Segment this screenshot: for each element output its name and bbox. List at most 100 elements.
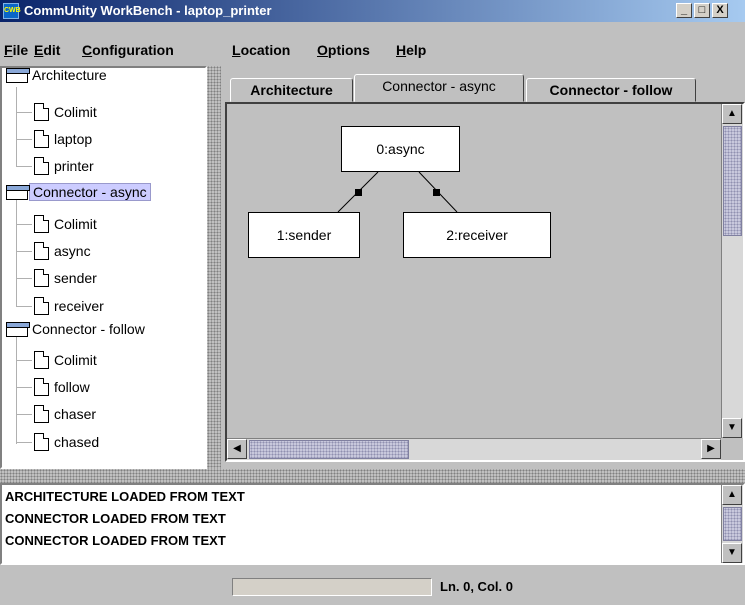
connector-port[interactable] [433, 189, 440, 196]
scroll-thumb[interactable] [723, 507, 742, 541]
menu-options-label: ptions [327, 42, 370, 58]
log-output[interactable]: ARCHITECTURE LOADED FROM TEXT CONNECTOR … [0, 483, 745, 565]
node-label: 0:async [376, 141, 425, 157]
node-sender[interactable]: 1:sender [248, 212, 360, 258]
connector-lines [337, 171, 458, 213]
menu-location-label: ocation [240, 42, 291, 58]
menu-edit-label: dit [43, 42, 61, 58]
file-icon [34, 215, 49, 233]
title-bar[interactable]: CWB CommUnity WorkBench - laptop_printer… [0, 0, 745, 22]
tree-item-label: sender [54, 270, 97, 286]
tree-item-laptop[interactable]: laptop [34, 128, 92, 150]
folder-icon [6, 68, 30, 83]
scroll-up-button[interactable]: ▲ [722, 104, 742, 124]
tree-item-label: Colimit [54, 216, 97, 232]
file-icon [34, 157, 49, 175]
horizontal-splitter[interactable] [0, 469, 745, 483]
tab-label: Architecture [250, 82, 333, 98]
menu-help-label: elp [406, 42, 427, 58]
file-icon [34, 242, 49, 260]
tab-connector-follow[interactable]: Connector - follow [526, 78, 696, 102]
tree-group-connector-follow[interactable]: Connector - follow [6, 318, 145, 340]
tree-line [16, 414, 32, 415]
menu-file-label: ile [12, 42, 29, 58]
menu-configuration-label: onfiguration [92, 42, 174, 58]
tree-item-printer[interactable]: printer [34, 155, 94, 177]
tree-item-receiver[interactable]: receiver [34, 295, 104, 317]
app-icon: CWB [3, 3, 21, 19]
scroll-thumb[interactable] [723, 126, 742, 236]
tree-group-connector-async[interactable]: Connector - async [6, 181, 151, 203]
project-tree[interactable]: Architecture Colimit laptop printer Conn… [0, 66, 207, 469]
log-vertical-scrollbar[interactable]: ▲ ▼ [721, 485, 743, 563]
tree-item-label: receiver [54, 298, 104, 314]
tree-item-label: chaser [54, 406, 97, 422]
tab-connector-async[interactable]: Connector - async [354, 74, 524, 102]
tree-item-async[interactable]: async [34, 240, 91, 262]
file-icon [34, 351, 49, 369]
menu-help[interactable]: Help [396, 42, 426, 58]
tree-item-chased[interactable]: chased [34, 431, 99, 453]
progress-bar [232, 578, 432, 596]
tree-item-chaser[interactable]: chaser [34, 403, 96, 425]
tree-item-colimit[interactable]: Colimit [34, 213, 97, 235]
diagram-horizontal-scrollbar[interactable]: ◀ ▶ [227, 438, 721, 460]
tab-label: Connector - follow [549, 82, 673, 98]
log-line: CONNECTOR LOADED FROM TEXT [5, 533, 226, 548]
menu-options-mnemonic: O [317, 42, 328, 58]
close-button[interactable]: X [712, 3, 728, 18]
tree-group-architecture[interactable]: Architecture [6, 68, 107, 86]
tree-item-colimit[interactable]: Colimit [34, 349, 97, 371]
tree-item-label: printer [54, 158, 94, 174]
tree-item-colimit[interactable]: Colimit [34, 101, 97, 123]
tree-line [16, 442, 32, 443]
vertical-splitter[interactable] [207, 66, 221, 469]
tree-item-follow[interactable]: follow [34, 376, 90, 398]
file-icon [34, 297, 49, 315]
tree-item-label: async [54, 243, 91, 259]
tree-line [16, 139, 32, 140]
menu-file[interactable]: File [4, 42, 28, 58]
cursor-position: Ln. 0, Col. 0 [440, 579, 513, 594]
log-line: ARCHITECTURE LOADED FROM TEXT [5, 489, 245, 504]
tab-architecture[interactable]: Architecture [230, 78, 353, 102]
scroll-right-button[interactable]: ▶ [701, 439, 721, 459]
diagram-vertical-scrollbar[interactable]: ▲ ▼ [721, 104, 743, 438]
menu-help-mnemonic: H [396, 42, 407, 58]
tree-line [16, 87, 17, 167]
status-bar: Ln. 0, Col. 0 [0, 565, 745, 605]
minimize-button[interactable]: _ [676, 3, 692, 18]
scroll-up-button[interactable]: ▲ [722, 485, 742, 505]
diagram-view[interactable]: 0:async 1:sender 2:receiver ▲ ▼ ◀ ▶ [225, 102, 745, 462]
tree-item-sender[interactable]: sender [34, 267, 97, 289]
tree-item-label: Colimit [54, 104, 97, 120]
menu-location-mnemonic: L [232, 42, 241, 58]
tree-line [16, 200, 17, 307]
menu-bar: File Edit Configuration Location Options… [0, 22, 745, 66]
tree-line [16, 112, 32, 113]
tree-group-label: Connector - follow [32, 321, 145, 337]
menu-configuration-mnemonic: C [82, 42, 93, 58]
tree-line [16, 166, 32, 167]
scroll-thumb[interactable] [249, 440, 409, 459]
tree-line [16, 337, 17, 444]
menu-options[interactable]: Options [317, 42, 370, 58]
file-icon [34, 269, 49, 287]
node-receiver[interactable]: 2:receiver [403, 212, 551, 258]
tree-item-label: chased [54, 434, 100, 450]
scroll-left-button[interactable]: ◀ [227, 439, 247, 459]
node-label: 2:receiver [446, 227, 508, 243]
menu-location[interactable]: Location [232, 42, 290, 58]
tab-strip: Architecture Connector - async Connector… [221, 72, 745, 102]
node-async[interactable]: 0:async [341, 126, 460, 172]
menu-edit-mnemonic: E [34, 42, 44, 58]
maximize-button[interactable]: □ [694, 3, 710, 18]
diagram-canvas[interactable]: 0:async 1:sender 2:receiver [227, 104, 721, 438]
scroll-down-button[interactable]: ▼ [722, 418, 742, 438]
log-line: CONNECTOR LOADED FROM TEXT [5, 511, 226, 526]
connector-port[interactable] [355, 189, 362, 196]
menu-configuration[interactable]: Configuration [82, 42, 174, 58]
tree-line [16, 278, 32, 279]
menu-edit[interactable]: Edit [34, 42, 60, 58]
scroll-down-button[interactable]: ▼ [722, 543, 742, 563]
